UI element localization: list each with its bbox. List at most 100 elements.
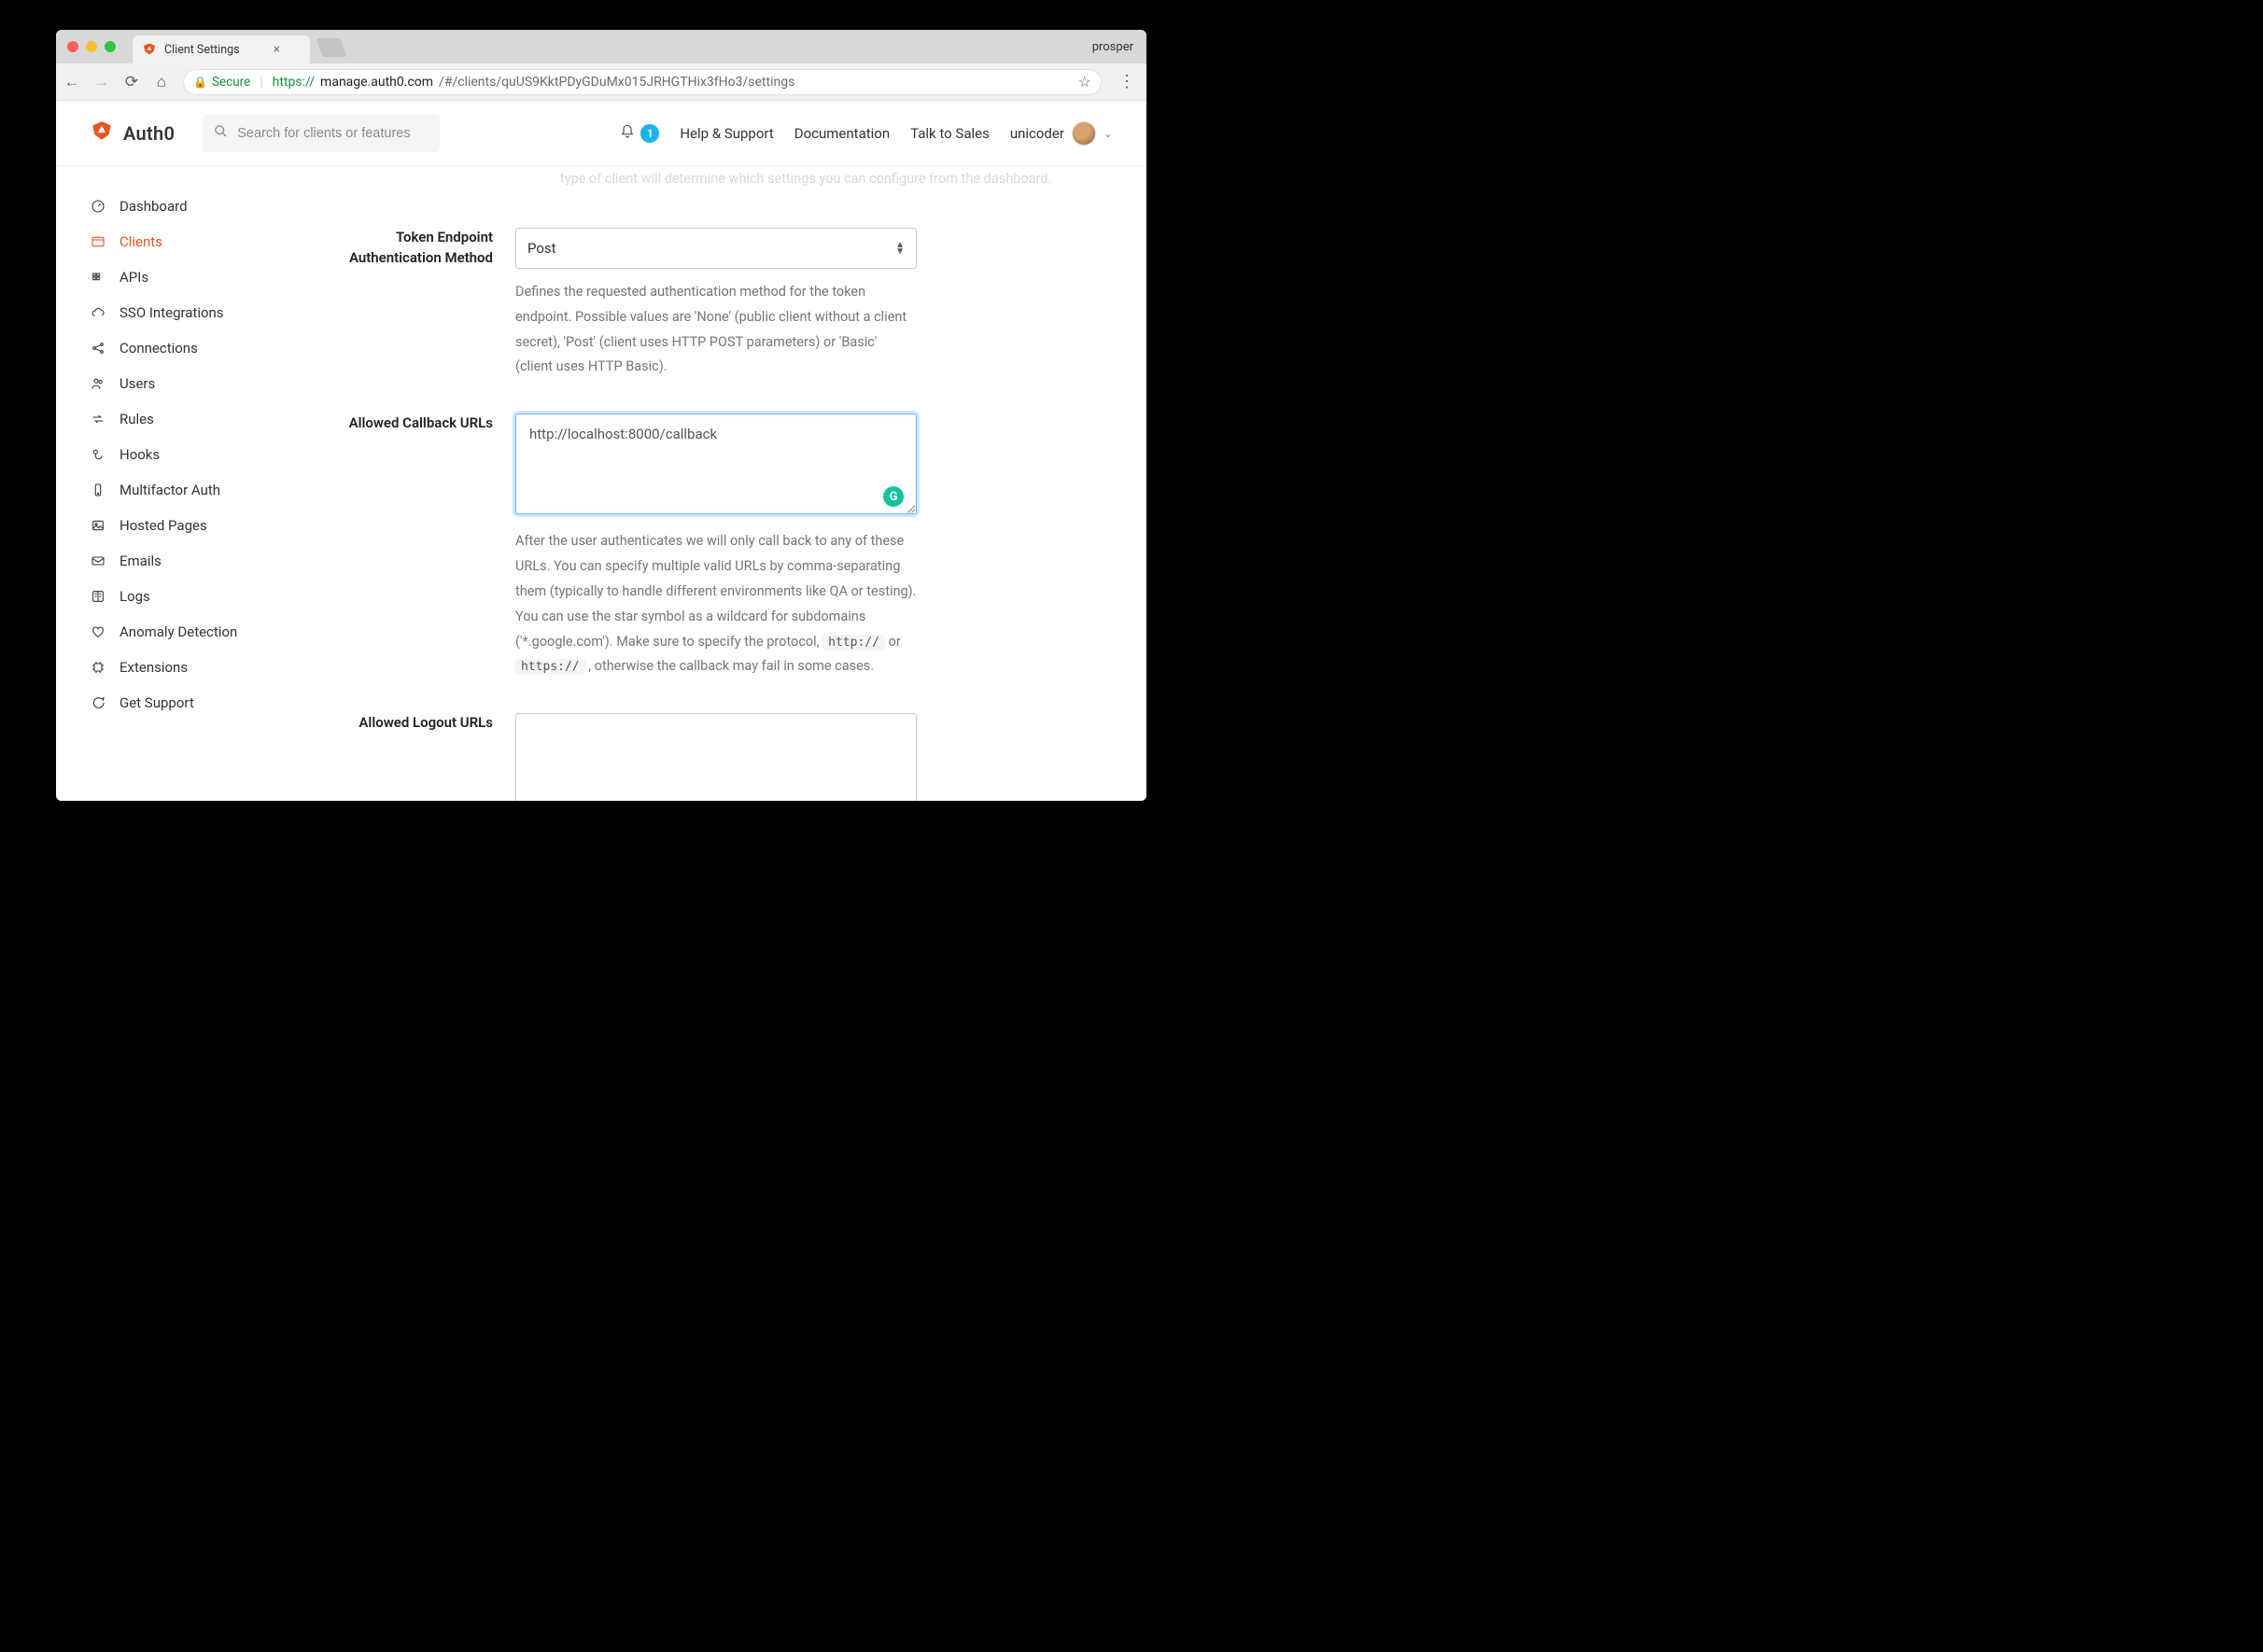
phone-icon bbox=[90, 483, 106, 497]
user-menu[interactable]: unicoder ⌄ bbox=[1010, 121, 1113, 146]
sidebar-item-label: Get Support bbox=[119, 694, 194, 711]
reload-button[interactable]: ⟳ bbox=[123, 73, 140, 91]
auth0-logo-icon bbox=[90, 119, 114, 147]
logout-urls-input[interactable] bbox=[515, 713, 917, 801]
field-token-endpoint: Token Endpoint Authentication Method Pos… bbox=[319, 228, 1090, 380]
sidebar-item-label: Hosted Pages bbox=[119, 517, 207, 534]
chat-icon bbox=[90, 695, 106, 710]
maximize-window-button[interactable] bbox=[105, 41, 116, 52]
field-label: Allowed Logout URLs bbox=[319, 713, 515, 801]
secure-indicator: 🔒 Secure bbox=[193, 75, 250, 90]
cloud-icon bbox=[90, 305, 106, 320]
sidebar-item-label: Emails bbox=[119, 553, 162, 569]
chip-icon bbox=[90, 660, 106, 675]
gauge-icon bbox=[90, 199, 106, 214]
sidebar-item-label: Rules bbox=[119, 411, 154, 427]
sidebar-item-hosted[interactable]: Hosted Pages bbox=[90, 508, 282, 543]
app-header: Auth0 1 Help & Support Documentation Tal… bbox=[56, 101, 1146, 166]
notifications-button[interactable]: 1 bbox=[620, 124, 659, 143]
new-tab-button[interactable] bbox=[316, 38, 346, 57]
field-help: Defines the requested authentication met… bbox=[515, 280, 917, 380]
close-window-button[interactable] bbox=[67, 41, 78, 52]
window-controls bbox=[63, 41, 121, 52]
bookmark-star-icon[interactable]: ☆ bbox=[1078, 73, 1091, 91]
sidebar-item-support[interactable]: Get Support bbox=[90, 685, 282, 721]
notification-count: 1 bbox=[640, 124, 659, 143]
app-body: Dashboard Clients APIs SSO Integrations … bbox=[56, 166, 1146, 801]
sidebar-item-rules[interactable]: Rules bbox=[90, 401, 282, 437]
heart-icon bbox=[90, 624, 106, 639]
minimize-window-button[interactable] bbox=[86, 41, 97, 52]
cutoff-help-text: type of client will determine which sett… bbox=[560, 168, 1090, 189]
sidebar-item-label: Multifactor Auth bbox=[119, 482, 220, 498]
browser-window: Client Settings × prosper ← → ⟳ ⌂ 🔒 Secu… bbox=[56, 30, 1146, 801]
select-arrows-icon: ▲▼ bbox=[895, 242, 905, 255]
sidebar-item-label: Anomaly Detection bbox=[119, 623, 237, 640]
sidebar-item-users[interactable]: Users bbox=[90, 366, 282, 401]
sidebar-item-label: SSO Integrations bbox=[119, 304, 224, 321]
sidebar-item-clients[interactable]: Clients bbox=[90, 224, 282, 259]
sidebar-item-logs[interactable]: Logs bbox=[90, 579, 282, 614]
search-input[interactable] bbox=[237, 126, 429, 141]
field-logout-urls: Allowed Logout URLs A set of URLs that a… bbox=[319, 713, 1090, 801]
image-icon bbox=[90, 518, 106, 533]
sidebar-item-label: APIs bbox=[119, 269, 148, 286]
nav-docs[interactable]: Documentation bbox=[794, 125, 890, 142]
browser-menu-icon[interactable]: ⋮ bbox=[1115, 72, 1139, 91]
browser-toolbar: ← → ⟳ ⌂ 🔒 Secure | https://manage.auth0.… bbox=[56, 63, 1146, 101]
forward-button[interactable]: → bbox=[93, 73, 110, 91]
sidebar-item-hooks[interactable]: Hooks bbox=[90, 437, 282, 472]
brand-name: Auth0 bbox=[123, 122, 175, 145]
sidebar-item-connections[interactable]: Connections bbox=[90, 330, 282, 366]
avatar bbox=[1072, 121, 1096, 146]
sidebar: Dashboard Clients APIs SSO Integrations … bbox=[56, 166, 282, 801]
resize-handle-icon[interactable] bbox=[905, 506, 914, 515]
sidebar-item-mfa[interactable]: Multifactor Auth bbox=[90, 472, 282, 508]
browser-tabbar: Client Settings × prosper bbox=[56, 30, 1146, 63]
search-icon bbox=[214, 124, 228, 142]
browser-tab[interactable]: Client Settings × bbox=[133, 35, 310, 63]
url-path: /#/clients/quUS9KktPDyGDuMx015JRHGTHix3f… bbox=[439, 75, 794, 90]
back-button[interactable]: ← bbox=[63, 73, 80, 91]
hook-icon bbox=[90, 447, 106, 462]
sidebar-item-dashboard[interactable]: Dashboard bbox=[90, 189, 282, 224]
chevron-down-icon: ⌄ bbox=[1103, 127, 1113, 140]
sidebar-item-apis[interactable]: APIs bbox=[90, 259, 282, 295]
home-button[interactable]: ⌂ bbox=[153, 73, 170, 91]
grid-icon bbox=[90, 270, 106, 285]
search-box[interactable] bbox=[203, 115, 440, 152]
token-endpoint-select[interactable]: Post ▲▼ bbox=[515, 228, 917, 269]
sidebar-item-label: Users bbox=[119, 375, 155, 392]
code-http: http:// bbox=[822, 635, 885, 651]
field-label: Allowed Callback URLs bbox=[319, 413, 515, 679]
nav-help[interactable]: Help & Support bbox=[680, 125, 773, 142]
main-content: type of client will determine which sett… bbox=[282, 166, 1146, 801]
users-icon bbox=[90, 376, 106, 391]
sidebar-item-label: Clients bbox=[119, 233, 162, 250]
sidebar-item-label: Logs bbox=[119, 588, 150, 605]
sidebar-item-label: Connections bbox=[119, 340, 198, 357]
top-nav: 1 Help & Support Documentation Talk to S… bbox=[620, 121, 1113, 146]
url-protocol: https:// bbox=[273, 75, 315, 90]
secure-label: Secure bbox=[212, 75, 250, 90]
callback-urls-input[interactable] bbox=[515, 413, 917, 514]
address-bar[interactable]: 🔒 Secure | https://manage.auth0.com/#/cl… bbox=[183, 69, 1102, 95]
sidebar-item-label: Dashboard bbox=[119, 198, 188, 215]
sidebar-item-extensions[interactable]: Extensions bbox=[90, 650, 282, 685]
brand[interactable]: Auth0 bbox=[90, 119, 175, 147]
bell-icon bbox=[620, 124, 635, 143]
lock-icon: 🔒 bbox=[193, 76, 207, 89]
sidebar-item-anomaly[interactable]: Anomaly Detection bbox=[90, 614, 282, 650]
url-host: manage.auth0.com bbox=[320, 75, 433, 90]
page: Auth0 1 Help & Support Documentation Tal… bbox=[56, 101, 1146, 801]
sidebar-item-label: Hooks bbox=[119, 446, 160, 463]
sidebar-item-sso[interactable]: SSO Integrations bbox=[90, 295, 282, 330]
sidebar-item-emails[interactable]: Emails bbox=[90, 543, 282, 579]
close-tab-icon[interactable]: × bbox=[274, 42, 280, 57]
nav-sales[interactable]: Talk to Sales bbox=[910, 125, 990, 142]
select-value: Post bbox=[527, 240, 556, 257]
sidebar-item-label: Extensions bbox=[119, 659, 188, 676]
browser-profile-label[interactable]: prosper bbox=[1092, 40, 1139, 54]
field-label: Token Endpoint Authentication Method bbox=[319, 228, 515, 380]
field-callback-urls: Allowed Callback URLs G After the user a… bbox=[319, 413, 1090, 679]
